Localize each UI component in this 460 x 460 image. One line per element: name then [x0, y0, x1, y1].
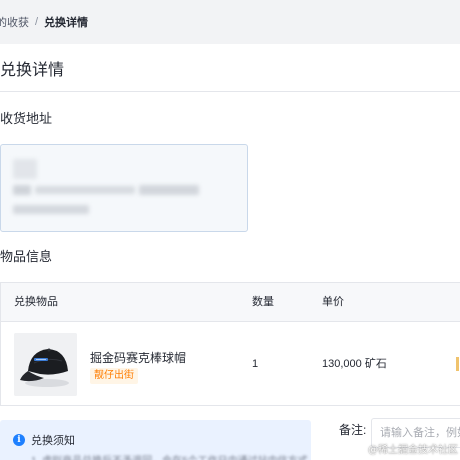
address-card	[0, 144, 248, 232]
product-tag: 靓仔出街	[90, 368, 138, 384]
goods-heading: 物品信息	[0, 249, 53, 264]
product-name: 掘金码赛克棒球帽	[90, 351, 187, 365]
exchange-notice: i 兑换须知 1. 虚拟商品兑换后不予退回，会在5个工作日内通过站内信方式	[0, 420, 311, 460]
truncated-next-column	[456, 357, 459, 371]
blurred-recipient-name	[13, 159, 37, 179]
watermark: @稀土掘金技术社区	[368, 445, 458, 456]
remark-label: 备注:	[339, 423, 367, 437]
unit-price-cell: 130,000 矿石	[322, 358, 387, 370]
breadcrumb: 的收获 / 兑换详情	[0, 0, 460, 44]
baseball-cap-image	[14, 333, 77, 396]
breadcrumb-current: 兑换详情	[44, 17, 89, 29]
breadcrumb-separator: /	[35, 16, 39, 28]
page-title: 兑换详情	[0, 61, 65, 79]
quantity-cell: 1	[252, 358, 259, 370]
info-icon: i	[13, 434, 25, 446]
goods-table: 兑换物品 数量 单价 掘金码赛克棒球帽 靓仔出街 1 130,000 矿石	[0, 282, 460, 406]
blurred-phone-number	[13, 205, 89, 214]
blurred-address-line	[35, 186, 135, 194]
notice-title-row: i 兑换须知	[13, 432, 75, 448]
column-header-quantity: 数量	[252, 296, 274, 308]
notice-title: 兑换须知	[31, 435, 75, 447]
column-header-item: 兑换物品	[14, 296, 58, 308]
address-heading: 收货地址	[0, 111, 53, 126]
blurred-address-prefix	[13, 185, 31, 195]
breadcrumb-my-rewards-link[interactable]: 的收获	[0, 14, 29, 30]
title-bar: 兑换详情	[0, 44, 460, 92]
baseball-cap-icon	[14, 333, 77, 396]
table-row: 掘金码赛克棒球帽 靓仔出街 1 130,000 矿石	[1, 321, 460, 407]
notice-first-line: 1. 虚拟商品兑换后不予退回，会在5个工作日内通过站内信方式	[31, 452, 308, 460]
column-header-unit-price: 单价	[322, 296, 344, 308]
exchange-detail-page: 的收获 / 兑换详情 兑换详情 收货地址 物品信息 兑换物品 数量 单价 掘金码…	[0, 0, 460, 460]
blurred-address-line-end	[139, 185, 199, 195]
table-header: 兑换物品 数量 单价	[1, 283, 460, 322]
